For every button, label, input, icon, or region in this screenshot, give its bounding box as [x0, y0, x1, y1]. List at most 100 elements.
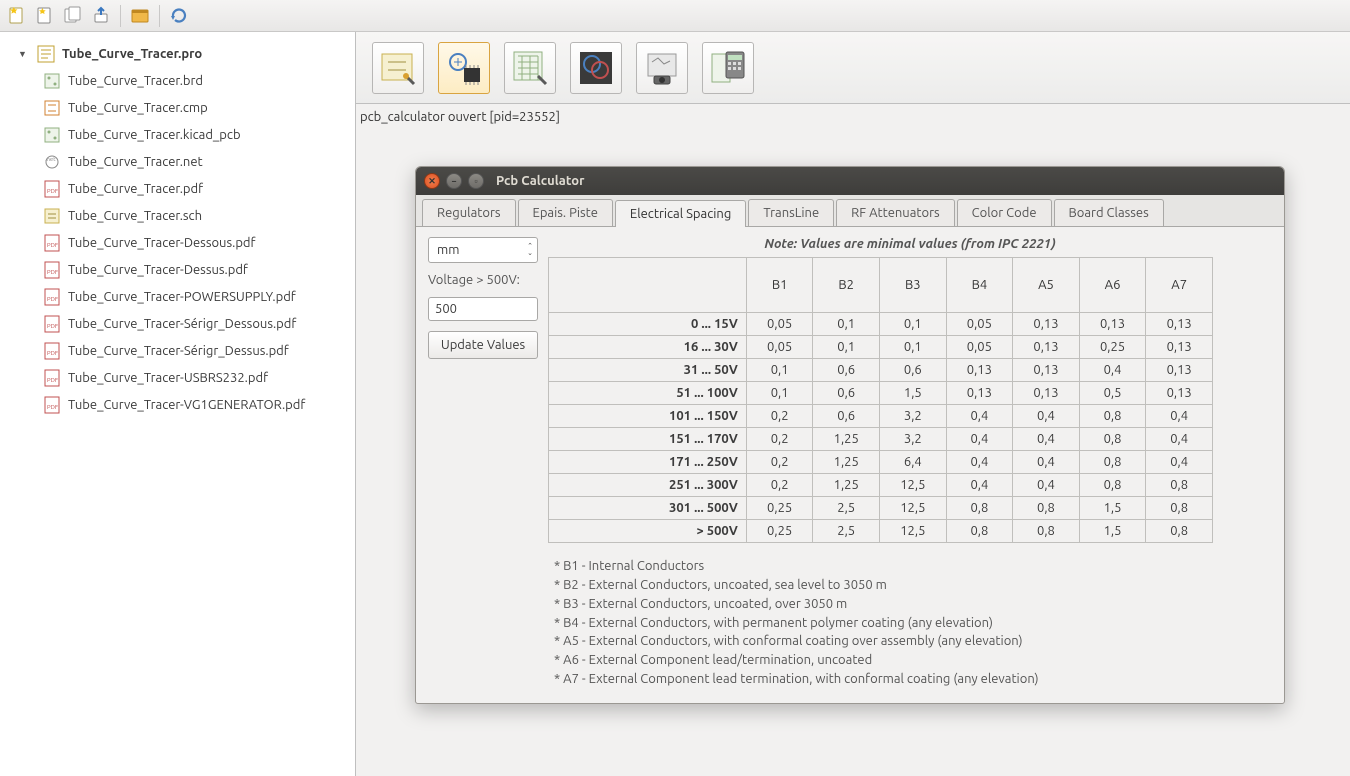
refresh-icon[interactable] [166, 3, 192, 29]
tree-item[interactable]: Tube_Curve_Tracer.kicad_pcb [18, 121, 355, 148]
file-icon: PDF [42, 341, 62, 361]
maximize-icon[interactable]: ▫ [468, 173, 484, 189]
tree-item[interactable]: PDFTube_Curve_Tracer-USBRS232.pdf [18, 364, 355, 391]
app-toolbar [0, 0, 1350, 32]
tree-item[interactable]: Tube_Curve_Tracer.cmp [18, 94, 355, 121]
expand-icon[interactable]: ▼ [18, 49, 30, 59]
tab-transline[interactable]: TransLine [748, 199, 834, 226]
tree-item-label: Tube_Curve_Tracer.cmp [68, 101, 208, 115]
table-header: B1 [746, 258, 813, 313]
file-icon: PDF [42, 395, 62, 415]
table-cell: 3,2 [880, 405, 947, 428]
table-cell: 0,13 [1146, 382, 1213, 405]
table-cell: 0,8 [1146, 474, 1213, 497]
spacing-table: B1B2B3B4A5A6A7 0 ... 15V0,050,10,10,050,… [548, 257, 1213, 543]
table-cell: 0,13 [1146, 336, 1213, 359]
tab-electrical-spacing[interactable]: Electrical Spacing [615, 200, 746, 227]
titlebar[interactable]: ✕ − ▫ Pcb Calculator [416, 167, 1284, 195]
pcb-calculator-button[interactable] [702, 42, 754, 94]
legend-line: * B4 - External Conductors, with permane… [554, 614, 1272, 633]
table-cell: 0,13 [1079, 313, 1146, 336]
legend-line: * A5 - External Conductors, with conform… [554, 632, 1272, 651]
table-cell: 0,8 [1146, 520, 1213, 543]
table-cell: 0,8 [1079, 451, 1146, 474]
tab-rf-attenuators[interactable]: RF Attenuators [836, 199, 955, 226]
copy-icon[interactable] [60, 3, 86, 29]
svg-text:.net: .net [45, 156, 56, 163]
tree-item[interactable]: PDF Tube_Curve_Tracer.pdf [18, 175, 355, 202]
file-icon: PDF [42, 233, 62, 253]
table-cell: 0,1 [746, 382, 813, 405]
table-cell: 2,5 [813, 520, 880, 543]
tab-board-classes[interactable]: Board Classes [1054, 199, 1164, 226]
tree-item[interactable]: PDFTube_Curve_Tracer-POWERSUPPLY.pdf [18, 283, 355, 310]
pcbnew-button[interactable] [504, 42, 556, 94]
svg-text:PDF: PDF [47, 404, 58, 411]
bitmap2component-button[interactable] [636, 42, 688, 94]
legend-line: * B2 - External Conductors, uncoated, se… [554, 576, 1272, 595]
file-icon [42, 71, 62, 91]
svg-text:PDF: PDF [47, 188, 58, 195]
tab-regulators[interactable]: Regulators [422, 199, 516, 226]
spacing-legend: * B1 - Internal Conductors* B2 - Externa… [548, 543, 1272, 689]
tree-item[interactable]: PDFTube_Curve_Tracer-Dessous.pdf [18, 229, 355, 256]
table-row: 51 ... 100V0,10,61,50,130,130,50,13 [549, 382, 1213, 405]
eeschema-button[interactable] [372, 42, 424, 94]
table-header: A5 [1013, 258, 1080, 313]
file-icon [42, 125, 62, 145]
table-cell: 0,4 [946, 474, 1013, 497]
new-icon[interactable] [4, 3, 30, 29]
minimize-icon[interactable]: − [446, 173, 462, 189]
table-cell: 0,13 [1013, 382, 1080, 405]
file-icon [42, 206, 62, 226]
table-cell: 0,1 [880, 336, 947, 359]
file-icon [42, 98, 62, 118]
table-cell: 1,25 [813, 474, 880, 497]
update-values-button[interactable]: Update Values [428, 331, 538, 359]
export-icon[interactable] [88, 3, 114, 29]
table-cell: 0,13 [1013, 359, 1080, 382]
table-cell: 0,8 [1079, 428, 1146, 451]
tree-item[interactable]: PDFTube_Curve_Tracer-VG1GENERATOR.pdf [18, 391, 355, 418]
table-cell: 0,4 [1013, 451, 1080, 474]
tree-item[interactable]: .netTube_Curve_Tracer.net [18, 148, 355, 175]
file-icon: PDF [42, 179, 62, 199]
svg-text:PDF: PDF [47, 323, 58, 330]
tree-item[interactable]: PDFTube_Curve_Tracer-Dessus.pdf [18, 256, 355, 283]
table-cell: 0,4 [1146, 451, 1213, 474]
unit-select[interactable]: mm [428, 237, 538, 263]
tab-color-code[interactable]: Color Code [957, 199, 1052, 226]
table-cell: 0,6 [813, 382, 880, 405]
row-label: 16 ... 30V [549, 336, 747, 359]
table-cell: 1,5 [1079, 520, 1146, 543]
table-cell: 0,8 [946, 497, 1013, 520]
cvpcb-button[interactable] [438, 42, 490, 94]
gerbview-button[interactable] [570, 42, 622, 94]
table-row: 151 ... 170V0,21,253,20,40,40,80,4 [549, 428, 1213, 451]
table-cell: 3,2 [880, 428, 947, 451]
tree-item-label: Tube_Curve_Tracer-Sérigr_Dessous.pdf [68, 317, 296, 331]
new-star-icon[interactable] [32, 3, 58, 29]
table-cell: 0,8 [1013, 520, 1080, 543]
table-cell: 0,8 [1079, 405, 1146, 428]
legend-line: * B3 - External Conductors, uncoated, ov… [554, 595, 1272, 614]
tree-item[interactable]: Tube_Curve_Tracer.brd [18, 67, 355, 94]
tree-item[interactable]: Tube_Curve_Tracer.sch [18, 202, 355, 229]
tree-item-label: Tube_Curve_Tracer.pdf [68, 182, 203, 196]
tab-epais-piste[interactable]: Epais. Piste [518, 199, 613, 226]
svg-text:PDF: PDF [47, 242, 58, 249]
tree-item[interactable]: PDFTube_Curve_Tracer-Sérigr_Dessus.pdf [18, 337, 355, 364]
table-header [549, 258, 747, 313]
tabs: RegulatorsEpais. PisteElectrical Spacing… [416, 195, 1284, 227]
window-icon[interactable] [127, 3, 153, 29]
table-cell: 0,4 [1079, 359, 1146, 382]
table-cell: 0,2 [746, 428, 813, 451]
close-icon[interactable]: ✕ [424, 173, 440, 189]
table-cell: 0,05 [946, 336, 1013, 359]
table-cell: 0,1 [746, 359, 813, 382]
table-cell: 0,8 [946, 520, 1013, 543]
row-label: 301 ... 500V [549, 497, 747, 520]
tree-root[interactable]: ▼ Tube_Curve_Tracer.pro [18, 40, 355, 67]
tree-item[interactable]: PDF Tube_Curve_Tracer-Sérigr_Dessous.pdf [18, 310, 355, 337]
voltage-input[interactable]: 500 [428, 297, 538, 321]
